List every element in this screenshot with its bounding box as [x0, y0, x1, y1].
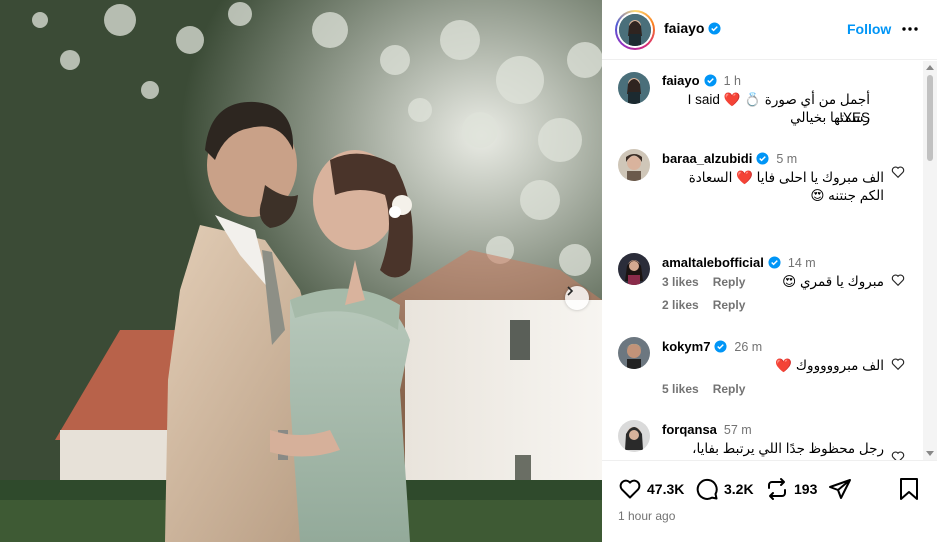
- verified-badge-icon: [708, 21, 722, 35]
- comment-username[interactable]: baraa_alzubidi 5 m: [662, 151, 797, 166]
- verified-badge-icon: [768, 256, 781, 269]
- comment-time: 26 m: [734, 339, 763, 354]
- comment-avatar[interactable]: [618, 337, 650, 369]
- caption-avatar[interactable]: [618, 72, 650, 104]
- like-comment-heart-icon[interactable]: [891, 450, 905, 460]
- post-header: faiayo Follow: [602, 0, 937, 60]
- comment-meta: 5 likes Reply: [662, 382, 745, 396]
- avatar-image: [618, 420, 650, 452]
- post-timestamp[interactable]: 1 hour ago: [618, 509, 675, 523]
- author-avatar[interactable]: [615, 10, 655, 50]
- avatar-image: [618, 72, 650, 104]
- bookmark-icon[interactable]: [898, 477, 920, 501]
- caption-username[interactable]: faiayo 1 h: [662, 73, 741, 88]
- comment-username-text[interactable]: forqansa: [662, 422, 717, 437]
- reposts-count[interactable]: 193: [794, 481, 817, 497]
- send-paper-plane-icon[interactable]: [828, 477, 852, 501]
- avatar-image: [618, 253, 650, 285]
- reply-button[interactable]: Reply: [713, 382, 746, 396]
- comment-text-line-1: الف مبروووووك ❤️: [775, 358, 884, 373]
- comment-avatar[interactable]: [618, 420, 650, 452]
- avatar-image: [619, 14, 651, 46]
- post-side-panel: faiayo Follow faiayo 1 h أجمل من أي صورة…: [602, 0, 937, 542]
- reply-button[interactable]: Reply: [713, 298, 746, 312]
- comments-scrollbar[interactable]: [923, 61, 937, 460]
- comment-username-text[interactable]: amaltalebofficial: [662, 255, 764, 270]
- scrollbar-thumb[interactable]: [927, 75, 933, 161]
- scroll-down-arrow-icon[interactable]: [926, 451, 934, 456]
- like-comment-heart-icon[interactable]: [891, 165, 905, 179]
- like-comment-heart-icon[interactable]: [891, 273, 905, 287]
- scroll-up-arrow-icon[interactable]: [926, 65, 934, 70]
- comment-username[interactable]: kokym7 26 m: [662, 339, 762, 354]
- repost-action: 193: [765, 477, 817, 501]
- save-action: [898, 477, 920, 501]
- caption-line-2: رسمتها بخيالي: [790, 110, 870, 125]
- post-photo[interactable]: [0, 0, 602, 542]
- author-username[interactable]: faiayo: [664, 20, 722, 36]
- share-action: [828, 477, 852, 501]
- comment-time: 14 m: [787, 255, 816, 270]
- comment-likes-count[interactable]: 5 likes: [662, 382, 699, 396]
- next-photo-button[interactable]: [565, 286, 589, 310]
- comment-avatar[interactable]: [618, 253, 650, 285]
- comment-action: 3.2K: [695, 477, 754, 501]
- comment-time: 5 m: [776, 151, 798, 166]
- comments-list[interactable]: faiayo 1 h أجمل من أي صورة 💍 ❤️ I said Y…: [602, 61, 937, 460]
- comment-username[interactable]: forqansa 57 m: [662, 422, 752, 437]
- photo-scene: [0, 0, 602, 542]
- heart-icon[interactable]: [618, 477, 642, 501]
- chevron-right-icon: [567, 286, 574, 296]
- comment-text-line-1: مبروك يا قمري 😍: [782, 274, 884, 289]
- comment-text-line-1: الف مبروك يا احلى فايا ❤️ السعادة: [688, 170, 884, 185]
- verified-badge-icon: [756, 152, 769, 165]
- post-actions-bar: 47.3K 3.2K 193: [602, 470, 937, 510]
- comment-username-text[interactable]: kokym7: [662, 339, 710, 354]
- comment-username[interactable]: amaltalebofficial 14 m: [662, 255, 816, 270]
- author-username-text[interactable]: faiayo: [664, 20, 704, 36]
- comment-meta: 2 likes Reply: [662, 298, 745, 312]
- likes-count[interactable]: 47.3K: [647, 481, 684, 497]
- avatar-image: [618, 337, 650, 369]
- comment-text-line-1: رجل محظوظ جدًا اللي يرتبط بفايا،: [692, 441, 884, 456]
- more-options-icon[interactable]: [900, 19, 920, 39]
- comment-time: 57 m: [723, 422, 752, 437]
- comment-username-text[interactable]: baraa_alzubidi: [662, 151, 752, 166]
- comment-likes-count[interactable]: 2 likes: [662, 298, 699, 312]
- comment-bubble-icon[interactable]: [695, 477, 719, 501]
- caption-time: 1 h: [723, 73, 741, 88]
- actions-divider: [602, 460, 937, 461]
- caption-username-text[interactable]: faiayo: [662, 73, 700, 88]
- comment-text-line-2: الكم جنتنه 😍: [810, 188, 884, 203]
- comment-avatar[interactable]: [618, 149, 650, 181]
- verified-badge-icon: [704, 74, 717, 87]
- repost-icon[interactable]: [765, 477, 789, 501]
- follow-button[interactable]: Follow: [847, 21, 891, 37]
- verified-badge-icon: [714, 340, 727, 353]
- avatar-image: [618, 149, 650, 181]
- like-comment-heart-icon[interactable]: [891, 357, 905, 371]
- like-action: 47.3K: [618, 477, 684, 501]
- comments-count[interactable]: 3.2K: [724, 481, 754, 497]
